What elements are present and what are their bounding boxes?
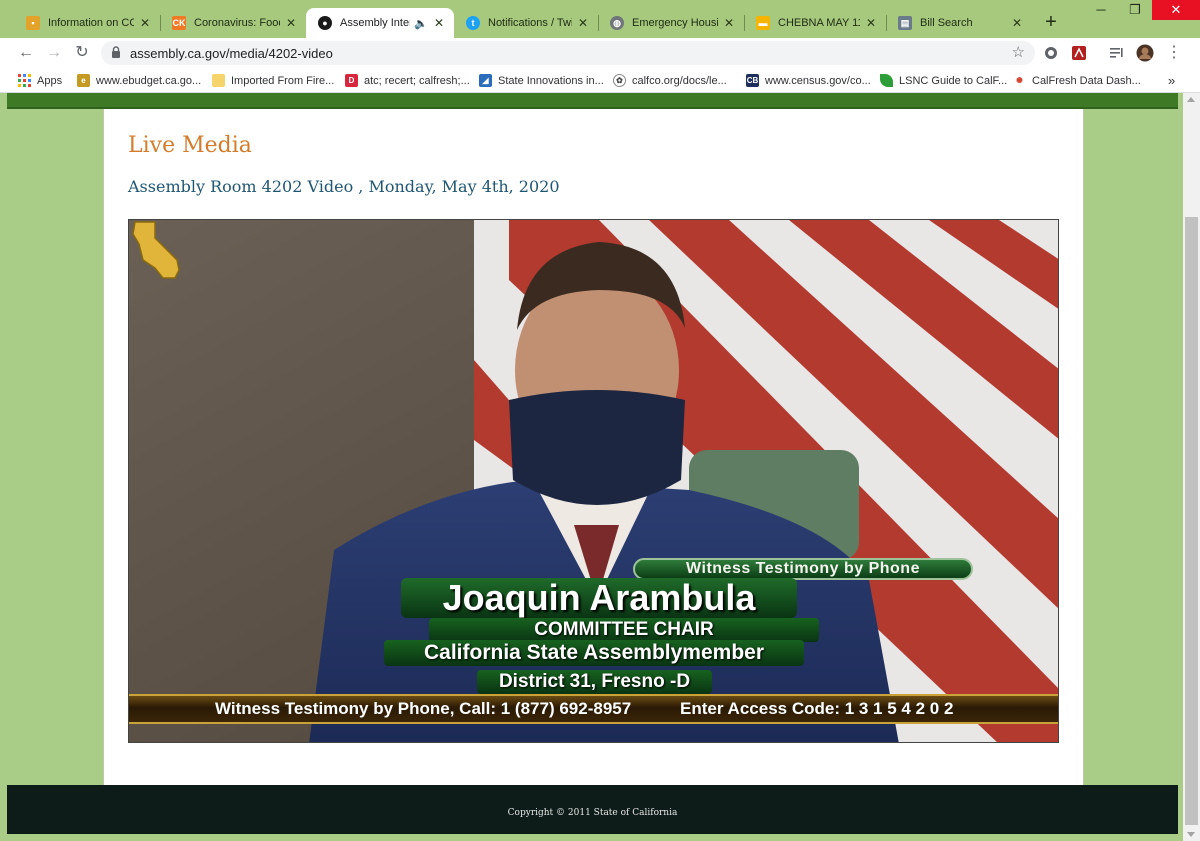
pdf-extension-icon[interactable] <box>1070 44 1088 62</box>
bill-icon: ▤ <box>898 16 912 30</box>
bookmark-label: State Innovations in... <box>498 74 604 87</box>
speaker-role: COMMITTEE CHAIR <box>429 618 819 642</box>
ca-seal-icon: ● <box>318 16 332 30</box>
state-innovations-icon: ◢ <box>479 74 492 87</box>
extension-circle-icon[interactable] <box>1042 44 1060 62</box>
address-bar[interactable]: assembly.ca.gov/media/4202-video ☆ <box>101 41 1035 65</box>
document-icon: D <box>345 74 358 87</box>
tab-title: Coronavirus: Food <box>194 17 280 29</box>
media-control-icon[interactable] <box>1108 44 1126 62</box>
ck-icon: CK <box>172 16 186 30</box>
globe-icon: ◍ <box>610 16 624 30</box>
vertical-scrollbar[interactable] <box>1183 93 1200 841</box>
ticker-phone-text: Witness Testimony by Phone, Call: 1 (877… <box>215 699 632 718</box>
bookmark-lsnc-guide[interactable]: LSNC Guide to CalF... <box>880 72 1007 89</box>
tab-title: CHEBNA MAY 11TH <box>778 17 860 29</box>
tab-title: Bill Search <box>920 17 973 29</box>
tab-title: Notifications / Twit <box>488 17 572 29</box>
slides-icon: ▬ <box>756 16 770 30</box>
tab-title: Emergency Housing <box>632 17 718 29</box>
bookmark-label: LSNC Guide to CalF... <box>899 74 1008 87</box>
tab-emergency-housing[interactable]: ◍ Emergency Housing ✕ <box>598 8 744 38</box>
speaker-district: District 31, Fresno -D <box>477 670 712 694</box>
page-viewport: Live Media Assembly Room 4202 Video , Mo… <box>0 93 1183 841</box>
browser-chrome: ▪ Information on COV ✕ CK Coronavirus: F… <box>0 0 1200 93</box>
page-title: Live Media <box>128 133 252 158</box>
scroll-down-arrow-icon[interactable] <box>1187 832 1195 837</box>
tab-assembly-active[interactable]: ● Assembly Inter 🔈 ✕ <box>306 8 454 38</box>
back-button[interactable]: ← <box>16 43 36 63</box>
close-tab-icon[interactable]: ✕ <box>284 16 298 30</box>
maximize-button[interactable]: ❐ <box>1118 0 1152 20</box>
new-tab-button[interactable]: + <box>1041 12 1061 32</box>
site-header-bar <box>7 93 1178 109</box>
close-tab-icon[interactable]: ✕ <box>138 16 152 30</box>
reload-button[interactable]: ↻ <box>72 43 92 63</box>
tab-chebna[interactable]: ▬ CHEBNA MAY 11TH ✕ <box>744 8 886 38</box>
bookmark-label: www.ebudget.ca.go... <box>96 74 202 87</box>
browser-menu-icon[interactable]: ⋮ <box>1164 43 1184 63</box>
bookmark-label: CalFresh Data Dash... <box>1032 74 1141 87</box>
bookmark-imported-folder[interactable]: Imported From Fire... <box>212 72 334 89</box>
scrollbar-thumb[interactable] <box>1185 217 1198 825</box>
copyright-text: Copyright © 2011 State of California <box>507 808 678 818</box>
calfco-icon: ✿ <box>613 74 626 87</box>
ca-flag-icon: ▪ <box>26 16 40 30</box>
forward-button[interactable]: → <box>44 43 64 63</box>
bookmark-label: www.census.gov/co... <box>765 74 871 87</box>
folder-icon <box>212 74 225 87</box>
speaker-body: California State Assemblymember <box>384 640 804 666</box>
url-text: assembly.ca.gov/media/4202-video <box>130 46 333 61</box>
profile-avatar-icon[interactable] <box>1136 44 1154 62</box>
apps-grid-icon <box>18 74 31 87</box>
bookmark-star-icon[interactable]: ☆ <box>1012 43 1025 61</box>
minimize-button[interactable]: ─ <box>1084 0 1118 20</box>
bookmark-census[interactable]: CB www.census.gov/co... <box>746 72 871 89</box>
tab-bill-search[interactable]: ▤ Bill Search ✕ <box>886 8 1032 38</box>
bookmark-atc-recert[interactable]: D atc; recert; calfresh;... <box>345 72 470 89</box>
tab-information-covid[interactable]: ▪ Information on COV ✕ <box>14 8 160 38</box>
close-tab-icon[interactable]: ✕ <box>864 16 878 30</box>
tab-title: Information on COV <box>48 17 134 29</box>
more-bookmarks-button[interactable]: » <box>1168 72 1175 89</box>
bookmark-state-innovations[interactable]: ◢ State Innovations in... <box>479 72 604 89</box>
close-window-button[interactable]: ✕ <box>1152 0 1200 20</box>
close-tab-icon[interactable]: ✕ <box>576 16 590 30</box>
bookmark-label: Apps <box>37 74 63 87</box>
bookmark-calfresh-dashboard[interactable]: ✺ CalFresh Data Dash... <box>1013 72 1141 89</box>
lock-icon <box>112 46 120 58</box>
tab-twitter-notifications[interactable]: t Notifications / Twit ✕ <box>454 8 598 38</box>
close-tab-icon[interactable]: ✕ <box>722 16 736 30</box>
bookmark-ebudget[interactable]: e www.ebudget.ca.go... <box>77 72 201 89</box>
census-icon: CB <box>746 74 759 87</box>
twitter-icon: t <box>466 16 480 30</box>
face-mask <box>509 390 685 505</box>
bookmark-calfco[interactable]: ✿ calfco.org/docs/le... <box>613 72 727 89</box>
browser-toolbar: ← → ↻ assembly.ca.gov/media/4202-video ☆… <box>0 38 1200 68</box>
tab-strip: ▪ Information on COV ✕ CK Coronavirus: F… <box>0 0 1200 38</box>
scroll-up-arrow-icon[interactable] <box>1187 97 1195 102</box>
ticker-access-code: Enter Access Code: 1 3 1 5 4 2 0 2 <box>680 699 954 718</box>
california-state-icon <box>132 221 180 279</box>
leaf-icon <box>880 74 893 87</box>
tab-title: Assembly Inter <box>340 17 411 29</box>
ebudget-icon: e <box>77 74 90 87</box>
dashboard-icon: ✺ <box>1013 74 1026 87</box>
bookmark-label: atc; recert; calfresh;... <box>364 74 470 87</box>
bookmark-label: Imported From Fire... <box>231 74 335 87</box>
video-player[interactable]: Witness Testimony by Phone Joaquin Aramb… <box>128 219 1059 743</box>
tab-coronavirus-food[interactable]: CK Coronavirus: Food ✕ <box>160 8 306 38</box>
close-tab-icon[interactable]: ✕ <box>432 16 446 30</box>
video-subtitle: Assembly Room 4202 Video , Monday, May 4… <box>128 177 560 196</box>
audio-playing-icon[interactable]: 🔈 <box>414 17 428 30</box>
close-tab-icon[interactable]: ✕ <box>1010 16 1024 30</box>
site-footer: Copyright © 2011 State of California <box>7 785 1178 834</box>
bookmark-label: calfco.org/docs/le... <box>632 74 727 87</box>
bookmark-apps[interactable]: Apps <box>18 72 62 89</box>
speaker-name: Joaquin Arambula <box>401 578 797 618</box>
testimony-ticker: Witness Testimony by Phone, Call: 1 (877… <box>129 694 1058 724</box>
bookmarks-bar: Apps e www.ebudget.ca.go... Imported Fro… <box>0 68 1200 93</box>
main-content: Live Media Assembly Room 4202 Video , Mo… <box>103 109 1084 785</box>
